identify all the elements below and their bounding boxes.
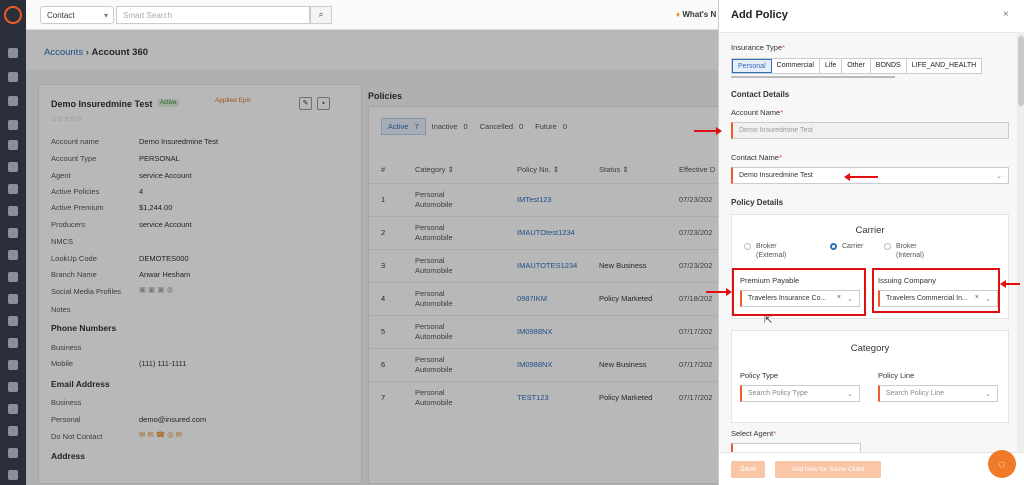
policies-icon[interactable]: [8, 96, 18, 106]
category-panel: Category Policy Type Search Policy Type …: [731, 330, 1009, 423]
chevron-down-icon: ⌄: [985, 391, 991, 398]
list-icon[interactable]: [8, 140, 18, 150]
contact-name-label: Contact Name*: [731, 153, 782, 162]
whats-new-link[interactable]: ♦ What's N: [676, 10, 716, 19]
highlight-box-issuing-company: [872, 268, 1000, 313]
policy-type-label: Policy Type: [740, 371, 779, 380]
modal-footer: Save Add New for Same Client: [719, 452, 1024, 485]
policy-details-heading: Policy Details: [731, 198, 784, 207]
highlight-box-premium-payable: [732, 268, 866, 316]
chat-icon[interactable]: ◌: [988, 450, 1016, 478]
radio-dot-icon: [744, 243, 751, 250]
account-name-label: Account Name*: [731, 108, 783, 117]
task-icon[interactable]: [8, 338, 18, 348]
insurance-type-other[interactable]: Other: [842, 59, 871, 73]
radio-label: Broker: [896, 243, 917, 250]
search-icon[interactable]: ⌕: [310, 6, 332, 24]
modal-backdrop[interactable]: [26, 30, 718, 485]
annotation-arrow-right: [694, 127, 722, 135]
dashboard-icon[interactable]: [8, 48, 18, 58]
contact-select[interactable]: Contact ▾: [40, 6, 114, 24]
contact-select-value: Contact: [47, 11, 75, 20]
document-icon[interactable]: [8, 228, 18, 238]
insurance-type-commercial[interactable]: Commercial: [772, 59, 820, 73]
radio-label: Carrier: [842, 243, 864, 250]
radio-dot-icon: [884, 243, 891, 250]
contacts-icon[interactable]: [8, 72, 18, 82]
radio-sublabel: (Internal): [896, 252, 925, 259]
google-icon[interactable]: [8, 294, 18, 304]
folder-icon[interactable]: [8, 272, 18, 282]
add-policy-drawer: Add Policy × Insurance Type* Personal Co…: [718, 0, 1024, 485]
policy-line-placeholder: Search Policy Line: [886, 390, 944, 397]
chevron-down-icon: ▾: [103, 11, 108, 20]
radio-dot-icon: [830, 243, 837, 250]
modal-title: Add Policy: [731, 9, 788, 21]
policy-type-placeholder: Search Policy Type: [748, 390, 808, 397]
required-marker: *: [782, 43, 786, 52]
required-marker: *: [778, 153, 782, 162]
policy-line-label: Policy Line: [878, 371, 915, 380]
insurance-type-personal[interactable]: Personal: [732, 59, 772, 73]
filter-icon[interactable]: [8, 184, 18, 194]
megaphone-icon[interactable]: [8, 206, 18, 216]
contact-details-heading: Contact Details: [731, 90, 790, 99]
fire-icon: ♦: [676, 10, 681, 19]
insurance-type-life[interactable]: Life: [820, 59, 843, 73]
close-icon[interactable]: ×: [1003, 9, 1009, 20]
required-marker: *: [773, 429, 777, 438]
modal-body: Insurance Type* Personal Commercial Life…: [719, 32, 1017, 453]
annotation-arrow-right: [706, 288, 732, 296]
account-name-field: Demo Insuredmine Test: [731, 122, 1009, 139]
annotation-arrow-left: [1000, 280, 1020, 288]
insurance-type-label: Insurance Type*: [731, 43, 785, 52]
whats-new-label: What's N: [682, 10, 717, 19]
field-label-text: Select Agent: [731, 429, 774, 438]
scroll-thumb[interactable]: [1018, 36, 1024, 106]
policy-line-select[interactable]: Search Policy Line ⌄: [878, 385, 998, 402]
insurance-type-life-and-health[interactable]: LIFE_AND_HEALTH: [907, 59, 981, 73]
required-marker: *: [780, 108, 784, 117]
annotation-arrow-left: [844, 173, 878, 181]
field-label-text: Contact Name: [731, 153, 779, 162]
bank-icon[interactable]: [8, 120, 18, 130]
analytics-icon[interactable]: [8, 426, 18, 436]
radio-label: Broker: [756, 243, 777, 250]
tabs-scroll-indicator[interactable]: [731, 76, 895, 78]
radio-broker-internal[interactable]: Broker (Internal): [884, 242, 925, 260]
field-label-text: Account Name: [731, 108, 781, 117]
calendar-icon[interactable]: [8, 316, 18, 326]
dollar-icon[interactable]: [8, 404, 18, 414]
insurance-type-tabs: Personal Commercial Life Other BONDS LIF…: [731, 58, 983, 74]
add-new-same-client-button[interactable]: Add New for Same Client: [775, 461, 881, 478]
insurance-type-bonds[interactable]: BONDS: [871, 59, 907, 73]
settings-icon[interactable]: [8, 448, 18, 458]
modal-scrollbar[interactable]: [1017, 32, 1024, 452]
mouse-cursor-icon: ⇱: [764, 315, 773, 326]
select-agent-label: Select Agent*: [731, 429, 776, 438]
policy-type-select[interactable]: Search Policy Type ⌄: [740, 385, 860, 402]
app-logo-icon[interactable]: [4, 6, 22, 24]
user-icon[interactable]: [8, 470, 18, 480]
field-label-text: Insurance Type: [731, 43, 783, 52]
carrier-title: Carrier: [855, 225, 885, 236]
smart-search-input[interactable]: Smart Search: [116, 6, 310, 24]
chevron-down-icon: ⌄: [996, 173, 1002, 180]
radio-broker-external[interactable]: Broker (External): [744, 242, 787, 260]
left-nav: [0, 0, 26, 485]
chart-icon[interactable]: [8, 250, 18, 260]
save-button[interactable]: Save: [731, 461, 765, 478]
chevron-down-icon: ⌄: [847, 391, 853, 398]
contact-name-value: Demo Insuredmine Test: [739, 172, 813, 179]
radio-sublabel: (External): [756, 252, 787, 259]
reports-icon[interactable]: [8, 162, 18, 172]
radio-carrier[interactable]: Carrier: [830, 242, 864, 251]
signature-icon[interactable]: [8, 382, 18, 392]
mail-icon[interactable]: [8, 360, 18, 370]
category-title: Category: [850, 343, 890, 354]
